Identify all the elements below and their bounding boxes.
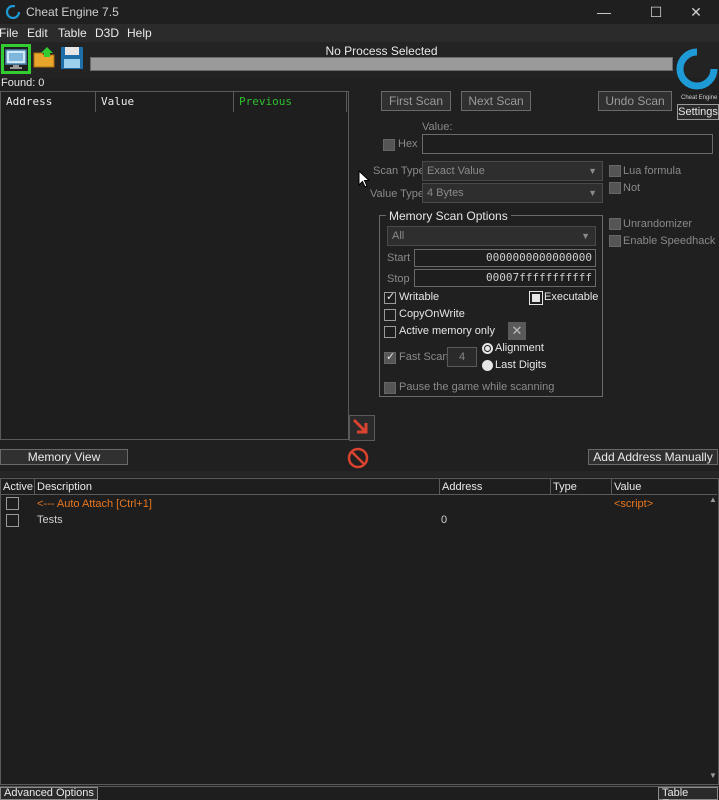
speedhack-label: Enable Speedhack [623, 235, 716, 247]
open-process-button[interactable] [1, 44, 31, 74]
scroll-down-icon[interactable]: ▼ [708, 771, 718, 780]
start-label: Start [387, 252, 411, 264]
memory-view-button[interactable]: Memory View [0, 449, 128, 465]
fast-scan-input[interactable]: 4 [447, 347, 477, 367]
scan-type-label: Scan Type [373, 165, 425, 177]
value-type-label: Value Type [370, 188, 425, 200]
alignment-radio[interactable] [482, 343, 493, 354]
menu-d3d[interactable]: D3D [95, 26, 119, 40]
process-label: No Process Selected [325, 44, 438, 58]
clear-x-icon[interactable]: ✕ [508, 322, 526, 340]
arrow-down-right-icon [352, 418, 368, 434]
row-address-tests[interactable]: 0 [441, 514, 447, 526]
column-active[interactable]: Active [1, 479, 35, 495]
vertical-scrollbar[interactable]: ▲ ▼ [708, 495, 718, 785]
scan-progress-bar [90, 57, 673, 71]
writable-label: Writable [399, 291, 440, 303]
menu-table[interactable]: Table [58, 26, 87, 40]
executable-checkbox[interactable] [529, 291, 543, 305]
start-address-input[interactable]: 0000000000000000 [414, 249, 596, 267]
pause-game-label: Pause the game while scanning [399, 381, 555, 393]
copyonwrite-checkbox[interactable] [384, 309, 396, 321]
logo-text: Cheat Engine [681, 95, 718, 101]
column-table-value[interactable]: Value [612, 479, 717, 495]
chevron-down-icon: ▼ [581, 231, 590, 241]
undo-scan-button[interactable]: Undo Scan [598, 91, 672, 111]
address-table[interactable] [0, 478, 719, 785]
not-checkbox[interactable] [609, 182, 621, 194]
alignment-label: Alignment [495, 342, 544, 354]
row-description-auto-attach[interactable]: <--- Auto Attach [Ctrl+1] [37, 498, 152, 510]
cheat-engine-icon [6, 5, 20, 19]
bottom-bar [0, 786, 719, 800]
value-type-value: 4 Bytes [427, 187, 464, 199]
scan-results-list[interactable] [0, 91, 349, 440]
hex-checkbox[interactable] [383, 139, 395, 151]
open-file-button[interactable] [32, 45, 60, 73]
value-input[interactable] [422, 134, 713, 154]
active-checkbox-auto-attach[interactable] [6, 497, 19, 510]
minimize-button[interactable]: — [581, 0, 627, 24]
scan-type-value: Exact Value [427, 165, 485, 177]
stop-address-input[interactable]: 00007fffffffffff [414, 269, 596, 287]
chevron-down-icon: ▼ [588, 188, 597, 198]
computer-icon [5, 49, 27, 69]
last-digits-label: Last Digits [495, 359, 547, 371]
copyonwrite-label: CopyOnWrite [399, 308, 465, 320]
speedhack-checkbox[interactable] [609, 235, 621, 247]
pause-game-checkbox[interactable] [384, 382, 396, 394]
add-address-button[interactable]: Add Address Manually [588, 449, 718, 465]
row-value-auto-attach[interactable]: <script> [614, 498, 653, 510]
chevron-down-icon: ▼ [588, 166, 597, 176]
add-to-list-button[interactable] [349, 415, 375, 441]
next-scan-button[interactable]: Next Scan [461, 91, 531, 111]
column-value[interactable]: Value [96, 92, 234, 112]
close-button[interactable]: ✕ [673, 0, 719, 24]
lua-formula-checkbox[interactable] [609, 165, 621, 177]
value-label: Value: [422, 121, 453, 133]
active-checkbox-tests[interactable] [6, 514, 19, 527]
active-memory-checkbox[interactable] [384, 326, 396, 338]
found-count: Found: 0 [1, 77, 45, 89]
memory-region-select[interactable]: All ▼ [387, 226, 596, 246]
mouse-cursor-icon [358, 170, 370, 188]
window-title: Cheat Engine 7.5 [26, 5, 119, 19]
advanced-options-button[interactable]: Advanced Options [0, 787, 98, 800]
menu-file[interactable]: File [0, 26, 18, 40]
last-digits-radio[interactable] [482, 360, 493, 371]
table-extras-button[interactable]: Table Extras [658, 787, 718, 800]
writable-checkbox[interactable] [384, 290, 396, 304]
memory-region-value: All [392, 230, 405, 242]
first-scan-button[interactable]: First Scan [381, 91, 451, 111]
column-address[interactable]: Address [1, 92, 96, 112]
memory-scan-options-title: Memory Scan Options [386, 209, 511, 223]
unrandomizer-label: Unrandomizer [623, 218, 693, 230]
column-table-address[interactable]: Address [440, 479, 551, 495]
hex-label: Hex [398, 138, 418, 150]
scroll-up-icon[interactable]: ▲ [708, 495, 718, 504]
floppy-disk-icon [61, 47, 83, 69]
executable-label: Executable [544, 291, 599, 303]
row-description-tests[interactable]: Tests [37, 514, 63, 526]
fast-scan-label: Fast Scan [399, 351, 449, 363]
menu-help[interactable]: Help [127, 26, 152, 40]
active-memory-label: Active memory only [399, 325, 495, 337]
stop-label: Stop [387, 273, 410, 285]
save-button[interactable] [59, 45, 87, 73]
stop-icon [347, 447, 369, 469]
fast-scan-checkbox[interactable] [384, 350, 396, 364]
column-type[interactable]: Type [551, 479, 612, 495]
splitter[interactable] [0, 471, 719, 477]
value-type-select[interactable]: 4 Bytes ▼ [422, 183, 603, 203]
scan-type-select[interactable]: Exact Value ▼ [422, 161, 603, 181]
menu-edit[interactable]: Edit [27, 26, 48, 40]
not-label: Not [623, 182, 641, 194]
settings-button[interactable]: Settings [677, 104, 719, 120]
unrandomizer-checkbox[interactable] [609, 218, 621, 230]
column-description[interactable]: Description [35, 479, 440, 495]
column-previous[interactable]: Previous [234, 92, 347, 112]
lua-formula-label: Lua formula [623, 165, 682, 177]
open-folder-icon [33, 47, 55, 68]
stop-button[interactable] [346, 446, 372, 470]
